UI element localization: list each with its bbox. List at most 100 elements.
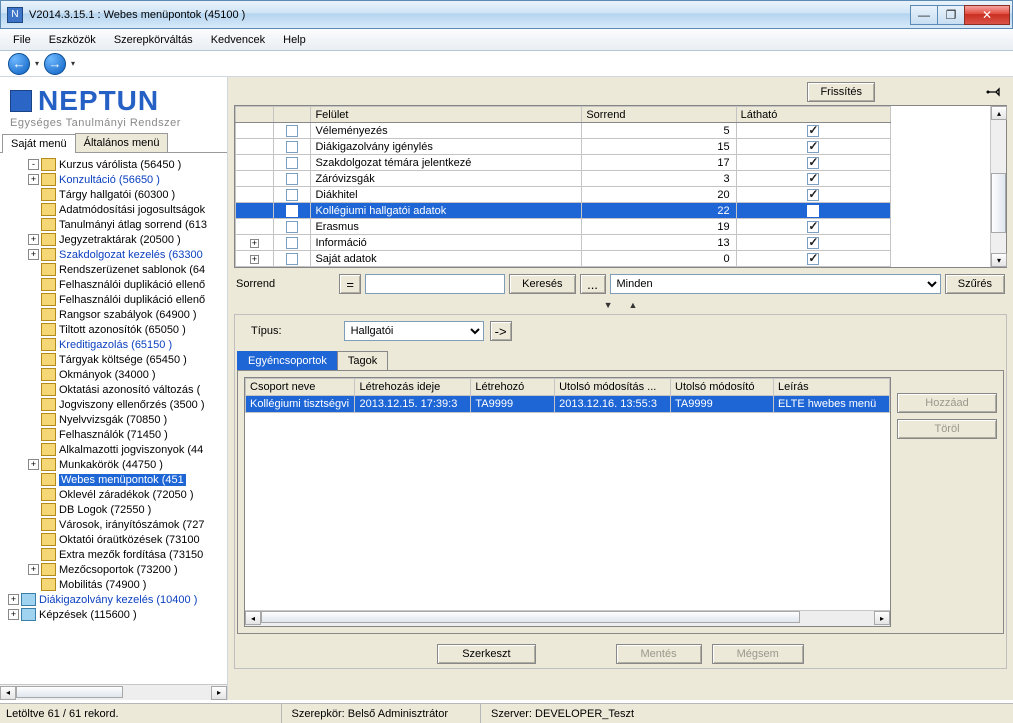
visible-checkbox[interactable] — [807, 221, 819, 233]
menu-tree[interactable]: -Kurzus várólista (56450 )+Konzultáció (… — [0, 153, 227, 700]
tree-hscrollbar[interactable]: ◂ ▸ — [0, 684, 227, 700]
tree-item[interactable]: +Szakdolgozat kezelés (63300 — [2, 247, 227, 262]
visible-checkbox[interactable] — [807, 141, 819, 153]
search-button[interactable]: Keresés — [509, 274, 575, 294]
menu-tools[interactable]: Eszközök — [42, 31, 103, 49]
menu-help[interactable]: Help — [276, 31, 313, 49]
grid-header-check[interactable] — [273, 107, 311, 123]
row-checkbox[interactable] — [286, 189, 298, 201]
tree-item[interactable]: Tiltott azonosítók (65050 ) — [2, 322, 227, 337]
grid-row[interactable]: Diákigazolvány igénylés15 — [236, 139, 891, 155]
nav-back-dropdown[interactable]: ▾ — [32, 53, 42, 75]
visible-checkbox[interactable] — [807, 173, 819, 185]
grid-row[interactable]: Véleményezés5 — [236, 123, 891, 139]
grid-header-surface[interactable]: Felület — [311, 107, 582, 123]
grid-row[interactable]: +Információ13 — [236, 235, 891, 251]
expand-icon[interactable]: + — [8, 609, 19, 620]
scroll-thumb[interactable] — [991, 173, 1006, 233]
add-button[interactable]: Hozzáad — [897, 393, 997, 413]
tree-item[interactable]: +Diákigazolvány kezelés (10400 ) — [2, 592, 227, 607]
tree-item[interactable]: Oktatási azonosító változás ( — [2, 382, 227, 397]
menu-roles[interactable]: Szerepkörváltás — [107, 31, 200, 49]
expand-icon[interactable]: - — [28, 159, 39, 170]
tree-item[interactable]: Rangsor szabályok (64900 ) — [2, 307, 227, 322]
expand-icon[interactable]: + — [28, 564, 39, 575]
grid-vscrollbar[interactable]: ▴ ▾ — [990, 106, 1006, 267]
pin-icon[interactable] — [985, 85, 1001, 99]
expand-icon[interactable]: + — [250, 239, 259, 248]
expand-icon[interactable]: + — [28, 234, 39, 245]
tree-item[interactable]: Tárgyak költsége (65450 ) — [2, 352, 227, 367]
row-checkbox[interactable] — [286, 221, 298, 233]
arrow-down-icon[interactable]: ▼ — [604, 300, 613, 310]
bgrid-header[interactable]: Létrehozás ideje — [355, 379, 471, 396]
expand-icon[interactable]: + — [28, 174, 39, 185]
delete-button[interactable]: Töröl — [897, 419, 997, 439]
tree-item[interactable]: Tanulmányi átlag sorrend (613 — [2, 217, 227, 232]
tree-item[interactable]: Felhasználók (71450 ) — [2, 427, 227, 442]
scroll-right-icon[interactable]: ▸ — [211, 686, 227, 700]
grid-row[interactable]: +Saját adatok0 — [236, 251, 891, 267]
tree-item[interactable]: +Jegyzetraktárak (20500 ) — [2, 232, 227, 247]
filter-button[interactable]: Szűrés — [945, 274, 1005, 294]
scroll-right-icon[interactable]: ▸ — [874, 611, 890, 625]
equals-button[interactable]: = — [339, 274, 361, 294]
tree-item[interactable]: Tárgy hallgatói (60300 ) — [2, 187, 227, 202]
tree-item[interactable]: Extra mezők fordítása (73150 — [2, 547, 227, 562]
type-select[interactable]: Hallgatói — [344, 321, 484, 341]
expand-icon[interactable]: + — [28, 249, 39, 260]
search-input[interactable] — [365, 274, 505, 294]
grid-row[interactable]: Erasmus19 — [236, 219, 891, 235]
refresh-button[interactable]: Frissítés — [807, 82, 875, 102]
nav-back-button[interactable]: ← — [8, 53, 30, 75]
tree-item[interactable]: Oklevél záradékok (72050 ) — [2, 487, 227, 502]
minimize-button[interactable]: — — [910, 5, 938, 25]
tree-item[interactable]: +Képzések (115600 ) — [2, 607, 227, 622]
tree-item[interactable]: -Kurzus várólista (56450 ) — [2, 157, 227, 172]
menu-file[interactable]: File — [6, 31, 38, 49]
tab-groups[interactable]: Egyéncsoportok — [237, 351, 338, 370]
bgrid-header[interactable]: Létrehozó — [471, 379, 555, 396]
tab-members[interactable]: Tagok — [337, 351, 388, 370]
tree-item[interactable]: Webes menüpontok (451 — [2, 472, 227, 487]
scroll-left-icon[interactable]: ◂ — [245, 611, 261, 625]
row-checkbox[interactable] — [286, 125, 298, 137]
type-go-button[interactable]: -> — [490, 321, 512, 341]
filter-select[interactable]: Minden — [610, 274, 941, 294]
expand-icon[interactable]: + — [8, 594, 19, 605]
row-checkbox[interactable] — [286, 173, 298, 185]
visible-checkbox[interactable] — [807, 205, 819, 217]
bgrid-header[interactable]: Csoport neve — [246, 379, 355, 396]
row-checkbox[interactable] — [286, 253, 298, 265]
grid-row[interactable]: Kollégiumi hallgatói adatok22 — [236, 203, 891, 219]
tree-item[interactable]: +Konzultáció (56650 ) — [2, 172, 227, 187]
splitter-arrows[interactable]: ▼▲ — [234, 298, 1007, 314]
grid-header-visible[interactable]: Látható — [736, 107, 890, 123]
tree-item[interactable]: Rendszerüzenet sablonok (64 — [2, 262, 227, 277]
tree-item[interactable]: DB Logok (72550 ) — [2, 502, 227, 517]
visible-checkbox[interactable] — [807, 125, 819, 137]
row-checkbox[interactable] — [286, 141, 298, 153]
grid-header-expand[interactable] — [236, 107, 274, 123]
close-button[interactable]: ✕ — [964, 5, 1010, 25]
bottom-grid-hscrollbar[interactable]: ◂ ▸ — [245, 610, 890, 626]
nav-forward-button[interactable]: → — [44, 53, 66, 75]
grid-row[interactable]: Szakdolgozat témára jelentkezé17 — [236, 155, 891, 171]
grid-row[interactable]: Záróvizsgák3 — [236, 171, 891, 187]
scroll-thumb[interactable] — [16, 686, 123, 698]
tree-item[interactable]: Mobilitás (74900 ) — [2, 577, 227, 592]
menu-favorites[interactable]: Kedvencek — [204, 31, 272, 49]
tree-item[interactable]: Városok, irányítószámok (727 — [2, 517, 227, 532]
browse-button[interactable]: ... — [580, 274, 606, 294]
scroll-down-icon[interactable]: ▾ — [991, 253, 1007, 267]
tree-item[interactable]: Alkalmazotti jogviszonyok (44 — [2, 442, 227, 457]
tree-item[interactable]: Felhasználói duplikáció ellenő — [2, 292, 227, 307]
visible-checkbox[interactable] — [807, 157, 819, 169]
cancel-button[interactable]: Mégsem — [712, 644, 804, 664]
arrow-up-icon[interactable]: ▲ — [629, 300, 638, 310]
row-checkbox[interactable] — [286, 205, 298, 217]
tree-item[interactable]: Felhasználói duplikáció ellenő — [2, 277, 227, 292]
scroll-left-icon[interactable]: ◂ — [0, 686, 16, 700]
bgrid-header[interactable]: Utolsó módosító — [671, 379, 774, 396]
tree-item[interactable]: +Mezőcsoportok (73200 ) — [2, 562, 227, 577]
